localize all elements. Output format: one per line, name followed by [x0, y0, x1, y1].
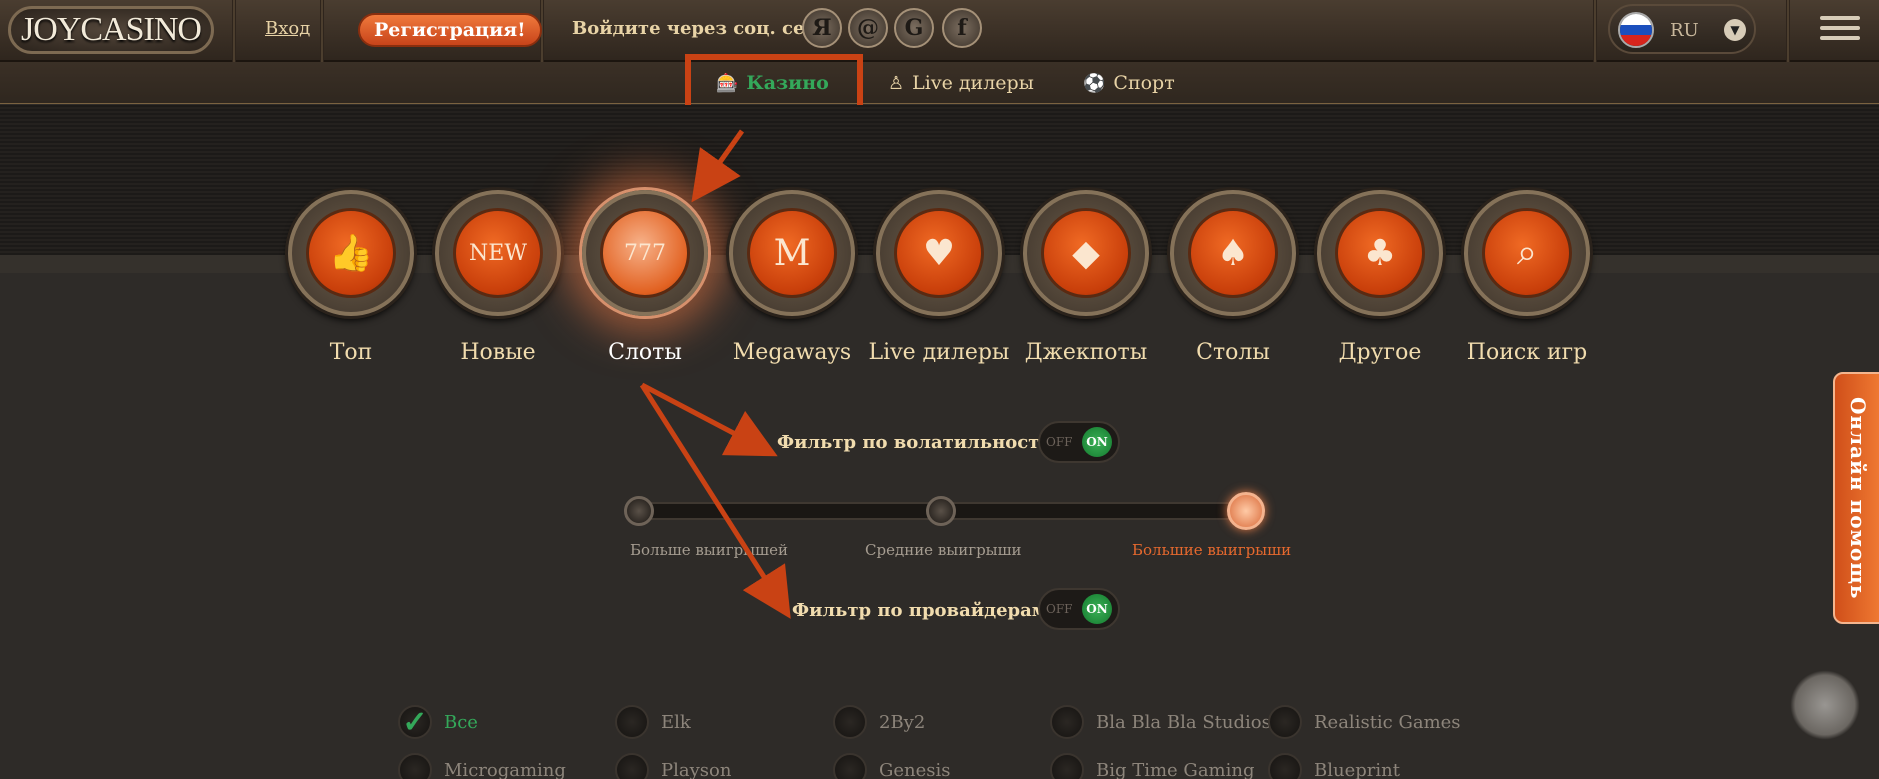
new-badge-icon: NEW — [453, 208, 543, 298]
category-label[interactable]: Джекпоты — [1006, 340, 1166, 365]
header-divider — [1593, 0, 1597, 62]
search-icon: ⌕ — [1482, 208, 1572, 298]
toggle-off-label: OFF — [1046, 602, 1073, 616]
category-label[interactable]: Столы — [1153, 340, 1313, 365]
provider-label: Elk — [661, 711, 691, 733]
provider-label: Bla Bla Bla Studios — [1096, 711, 1271, 733]
chevron-down-icon[interactable]: ▼ — [1724, 19, 1746, 41]
slider-label-medium-wins: Средние выигрыши — [865, 541, 1022, 559]
register-button[interactable]: Регистрация! — [358, 13, 542, 47]
slider-label-more-wins: Больше выигрышей — [630, 541, 788, 559]
provider-checkbox[interactable]: Big Time Gaming — [1050, 753, 1254, 779]
provider-checkbox[interactable]: ✓ Все — [398, 705, 478, 740]
cards-icon: ♠ — [1188, 208, 1278, 298]
slider-knob-big-wins[interactable] — [1227, 492, 1265, 530]
category-button-4[interactable]: M — [729, 190, 855, 316]
category-button-3[interactable]: 777 — [582, 190, 708, 316]
provider-label: Playson — [661, 759, 732, 779]
social-login-label: Войдите через соц. сети: — [572, 18, 836, 39]
login-link[interactable]: Вход — [265, 18, 310, 39]
provider-label: 2By2 — [879, 711, 926, 733]
provider-filter-toggle[interactable]: OFF ON — [1038, 588, 1120, 630]
checkbox-circle-icon — [1050, 705, 1084, 739]
language-code: RU — [1670, 20, 1699, 41]
arrow-to-volatility-filter — [640, 382, 778, 457]
category-label[interactable]: Слоты — [565, 340, 725, 365]
provider-label: Big Time Gaming — [1096, 759, 1255, 779]
category-label[interactable]: Поиск игр — [1447, 340, 1607, 365]
toggle-on-knob: ON — [1082, 594, 1112, 624]
facebook-icon[interactable]: f — [942, 8, 982, 48]
category-button-7[interactable]: ♠ — [1170, 190, 1296, 316]
provider-checkbox[interactable]: Genesis — [833, 753, 951, 779]
checkbox-circle-icon — [1268, 753, 1302, 779]
provider-label: Genesis — [879, 759, 951, 779]
provider-label: Realistic Games — [1314, 711, 1461, 733]
russia-flag-icon — [1618, 12, 1654, 48]
google-icon[interactable]: G — [894, 8, 934, 48]
yandex-icon[interactable]: Я — [802, 8, 842, 48]
soccer-ball-icon: ⚽ — [1083, 72, 1106, 94]
category-button-5[interactable]: ♥ — [876, 190, 1002, 316]
slot-machine-icon: 777 — [600, 208, 690, 298]
header-divider — [1786, 0, 1790, 62]
bag-icon: ♣ — [1335, 208, 1425, 298]
live-dealer-icon: ♥ — [894, 208, 984, 298]
megaways-icon: M — [747, 208, 837, 298]
category-button-6[interactable]: ◆ — [1023, 190, 1149, 316]
volatility-filter-toggle[interactable]: OFF ON — [1038, 421, 1120, 463]
checkbox-circle-icon — [398, 753, 432, 779]
provider-checkbox[interactable]: Realistic Games — [1268, 705, 1461, 739]
provider-checkbox[interactable]: Blueprint — [1268, 753, 1400, 779]
slider-knob-more-wins[interactable] — [624, 496, 654, 526]
toggle-off-label: OFF — [1046, 435, 1073, 449]
provider-checkbox[interactable]: Playson — [615, 753, 731, 779]
toggle-on-knob: ON — [1082, 427, 1112, 457]
provider-filter-label: Фильтр по провайдерам: — [792, 600, 1055, 621]
category-button-9[interactable]: ⌕ — [1464, 190, 1590, 316]
checkmark-icon: ✓ — [398, 705, 432, 740]
logo[interactable]: JOYCASINO — [8, 6, 214, 54]
steam-gear-decoration — [1790, 670, 1860, 740]
mail-icon[interactable]: @ — [848, 8, 888, 48]
tab-live-dealers[interactable]: ♙ Live дилеры — [888, 62, 1034, 104]
tab-sport-label: Спорт — [1113, 72, 1175, 94]
category-button-8[interactable]: ♣ — [1317, 190, 1443, 316]
dealer-icon: ♙ — [888, 72, 905, 94]
category-button-2[interactable]: NEW — [435, 190, 561, 316]
thumbs-up-icon: 👍 — [306, 208, 396, 298]
category-label[interactable]: Megaways — [712, 340, 872, 365]
category-label[interactable]: Другое — [1300, 340, 1460, 365]
provider-checkbox[interactable]: Microgaming — [398, 753, 566, 779]
checkbox-circle-icon — [1050, 753, 1084, 779]
provider-label: Все — [444, 711, 478, 733]
hamburger-menu-icon[interactable] — [1820, 16, 1860, 42]
tab-live-label: Live дилеры — [912, 72, 1034, 94]
tab-sport[interactable]: ⚽ Спорт — [1083, 62, 1175, 104]
provider-checkbox[interactable]: Elk — [615, 705, 691, 739]
online-help-label: Онлайн помощь — [1846, 396, 1870, 600]
category-button-1[interactable]: 👍 — [288, 190, 414, 316]
checkbox-circle-icon — [615, 705, 649, 739]
slider-knob-medium-wins[interactable] — [926, 496, 956, 526]
provider-label: Blueprint — [1314, 759, 1400, 779]
online-help-tab[interactable]: Онлайн помощь — [1833, 372, 1879, 624]
checkbox-circle-icon — [615, 753, 649, 779]
diamond-icon: ◆ — [1041, 208, 1131, 298]
arrow-to-provider-filter — [639, 383, 791, 619]
checkbox-circle-icon — [833, 705, 867, 739]
language-selector[interactable]: RU ▼ — [1608, 4, 1756, 54]
slider-label-big-wins: Большие выигрыши — [1132, 541, 1292, 559]
category-label[interactable]: Live дилеры — [859, 340, 1019, 365]
volatility-filter-label: Фильтр по волатильности: — [777, 432, 1060, 453]
provider-label: Microgaming — [444, 759, 566, 779]
header-divider — [320, 0, 324, 62]
category-label[interactable]: Топ — [271, 340, 431, 365]
header-divider — [232, 0, 236, 62]
checkbox-circle-icon — [833, 753, 867, 779]
provider-checkbox[interactable]: 2By2 — [833, 705, 925, 739]
checkbox-circle-icon — [1268, 705, 1302, 739]
provider-checkbox[interactable]: Bla Bla Bla Studios — [1050, 705, 1271, 739]
category-label[interactable]: Новые — [418, 340, 578, 365]
